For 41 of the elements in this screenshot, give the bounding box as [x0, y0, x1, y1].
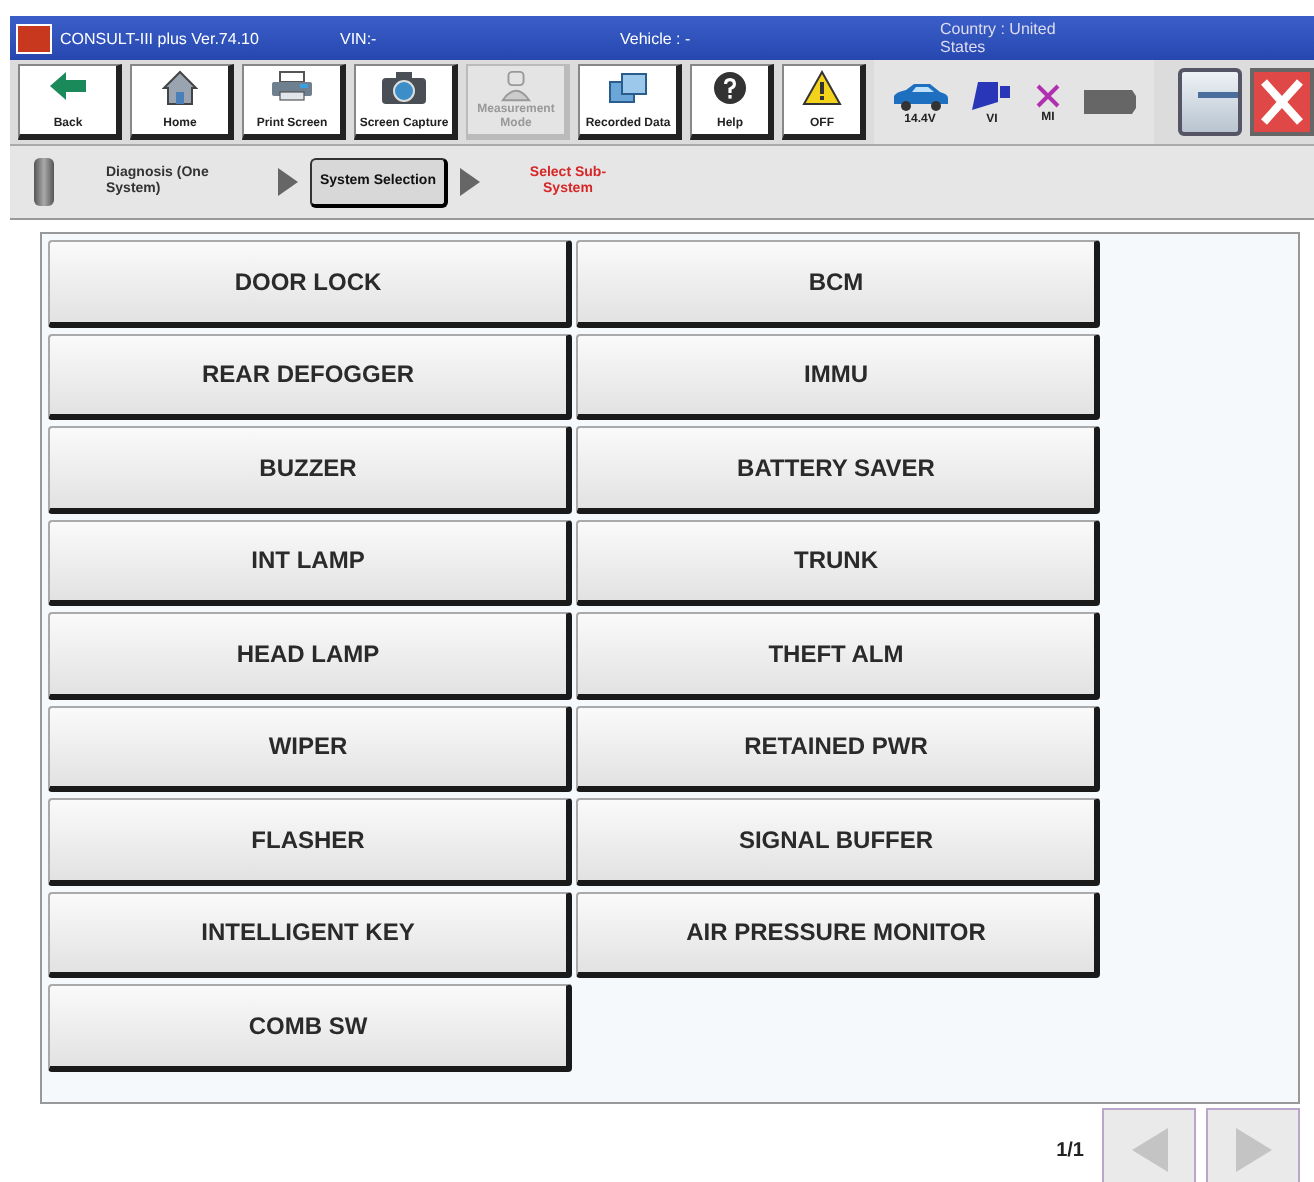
camera-icon [380, 70, 428, 106]
system-button[interactable]: INTELLIGENT KEY [48, 891, 572, 978]
right-arrow-icon [1235, 1128, 1271, 1172]
printer-icon [268, 70, 316, 102]
system-button[interactable]: INT LAMP [48, 519, 572, 606]
car-icon [890, 79, 950, 111]
system-button[interactable]: TRUNK [576, 519, 1100, 606]
arrow-icon [278, 168, 298, 196]
window-title: CONSULT-III plus Ver.74.10 [60, 29, 261, 47]
close-button[interactable] [1250, 68, 1314, 136]
warning-icon [802, 70, 842, 106]
system-button[interactable]: DOOR LOCK [48, 240, 572, 327]
left-arrow-icon [1131, 1128, 1167, 1172]
system-button[interactable]: IMMU [576, 333, 1100, 420]
battery-icon [1082, 88, 1138, 116]
arrow-icon [48, 70, 88, 102]
system-button[interactable]: THEFT ALM [576, 612, 1100, 699]
vin-label: VIN:- [340, 29, 379, 47]
device-icon [34, 158, 54, 206]
device-icon [970, 79, 1014, 111]
vehicle-label: Vehicle : - [620, 29, 693, 47]
system-button[interactable]: REAR DEFOGGER [48, 333, 572, 420]
system-button[interactable]: BCM [576, 240, 1100, 327]
system-button[interactable]: BATTERY SAVER [576, 426, 1100, 513]
page-indicator: 1/1 [1056, 1139, 1084, 1161]
country-label: Country : United States [940, 20, 1058, 56]
house-icon [160, 70, 200, 106]
system-button[interactable]: WIPER [48, 705, 572, 792]
app-logo [16, 23, 52, 53]
minimize-button[interactable] [1178, 68, 1242, 136]
system-button[interactable]: BUZZER [48, 426, 572, 513]
system-button[interactable]: AIR PRESSURE MONITOR [576, 891, 1100, 978]
arrow-icon [459, 168, 480, 196]
system-button[interactable]: HEAD LAMP [48, 612, 572, 699]
cross-icon [1034, 81, 1062, 109]
system-button[interactable]: RETAINED PWR [576, 705, 1100, 792]
help-icon [712, 70, 748, 106]
system-button[interactable]: SIGNAL BUFFER [576, 798, 1100, 885]
system-button[interactable]: COMB SW [48, 984, 572, 1071]
system-button[interactable]: FLASHER [48, 798, 572, 885]
data-icon [606, 70, 650, 106]
